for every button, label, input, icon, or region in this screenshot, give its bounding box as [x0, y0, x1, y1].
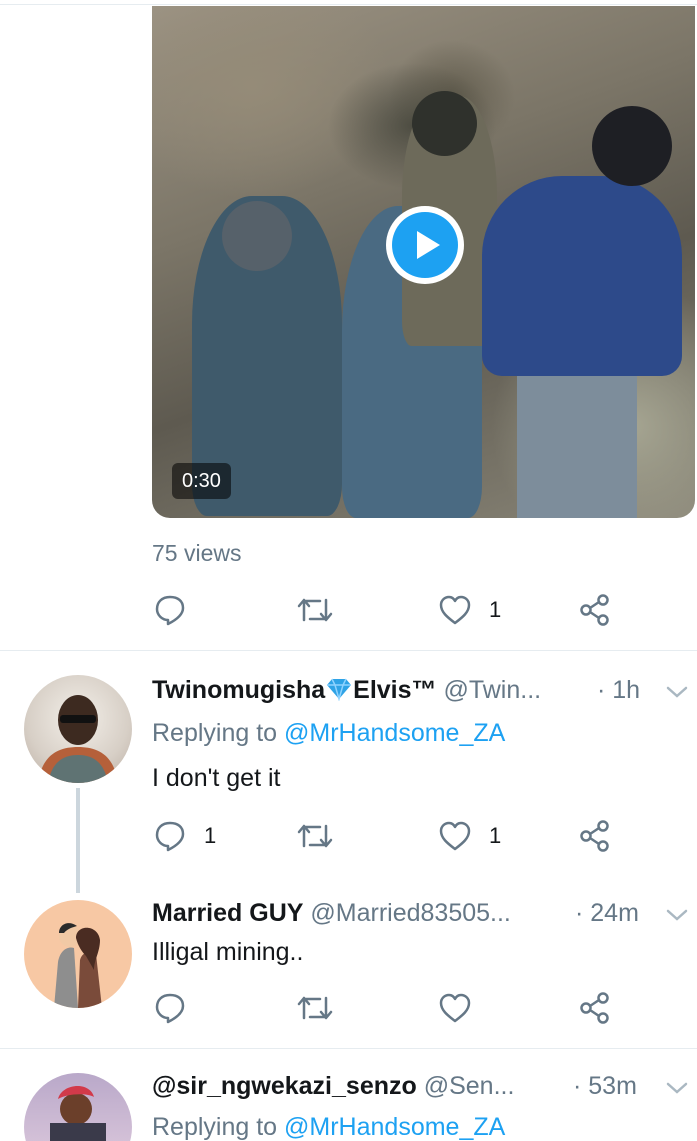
video-frame-figure	[412, 91, 477, 156]
reply-button[interactable]	[152, 590, 204, 630]
replying-to: Replying to @MrHandsome_ZA	[152, 1113, 506, 1141]
retweet-button[interactable]	[295, 988, 351, 1028]
replying-to: Replying to @MrHandsome_ZA	[152, 719, 506, 747]
chevron-down-icon[interactable]	[665, 1078, 689, 1098]
tweet-text: I don't get it	[152, 764, 281, 792]
video-frame-figure	[222, 201, 292, 271]
like-icon	[439, 821, 471, 851]
video-frame-figure	[517, 376, 637, 518]
divider	[0, 1048, 697, 1049]
timestamp[interactable]: · 24m	[575, 899, 639, 928]
retweet-icon	[297, 824, 333, 848]
display-name[interactable]: @sir_ngwekazi_senzo	[152, 1072, 417, 1100]
like-icon	[439, 595, 471, 625]
share-icon	[580, 820, 609, 852]
share-button[interactable]	[577, 988, 613, 1028]
reply-icon	[155, 993, 185, 1024]
reply-header: Married GUY @Married83505... · 24m	[152, 899, 697, 933]
gem-emoji	[327, 678, 352, 701]
reply-header: @sir_ngwekazi_senzo @Sen... · 53m	[152, 1072, 697, 1106]
play-button[interactable]	[386, 206, 464, 284]
reply-button[interactable]: 1	[152, 816, 216, 856]
avatar[interactable]	[24, 900, 132, 1008]
tweet-actions: 1	[152, 590, 622, 630]
reply-button[interactable]	[152, 988, 204, 1028]
share-icon	[580, 594, 609, 626]
avatar-photo	[50, 1085, 106, 1141]
display-name[interactable]: Married GUY	[152, 899, 303, 927]
share-button[interactable]	[577, 590, 613, 630]
like-button[interactable]: 1	[437, 816, 501, 856]
like-icon	[439, 993, 471, 1023]
display-name[interactable]: Twinomugisha Elvis™	[152, 676, 437, 704]
thread-line	[76, 788, 80, 893]
replying-to-link[interactable]: @MrHandsome_ZA	[284, 719, 505, 747]
like-button[interactable]: 1	[437, 590, 501, 630]
replying-to-link[interactable]: @MrHandsome_ZA	[284, 1113, 505, 1141]
handle[interactable]: @Married83505...	[310, 899, 510, 927]
reply-icon	[155, 595, 185, 626]
divider	[0, 650, 697, 651]
timestamp[interactable]: · 1h	[597, 676, 640, 705]
video-duration: 0:30	[172, 463, 231, 499]
share-icon	[580, 992, 609, 1024]
video-frame-figure	[482, 176, 682, 376]
share-button[interactable]	[577, 816, 613, 856]
avatar[interactable]	[24, 1073, 132, 1141]
tweet-text: Illigal mining..	[152, 938, 304, 966]
view-count: 75 views	[152, 540, 242, 566]
tweet-actions: 1 1	[152, 816, 622, 856]
top-divider	[0, 4, 697, 5]
chevron-down-icon[interactable]	[665, 682, 689, 702]
avatar-illustration	[54, 923, 102, 1008]
handle[interactable]: @Twin...	[443, 676, 541, 704]
tweet-actions	[152, 988, 622, 1028]
like-button[interactable]	[437, 988, 489, 1028]
retweet-icon	[297, 598, 333, 622]
avatar[interactable]	[24, 675, 132, 783]
video-player[interactable]: 0:30	[152, 6, 695, 518]
reply-icon	[155, 821, 185, 852]
play-icon	[417, 231, 440, 259]
retweet-button[interactable]	[295, 590, 351, 630]
video-frame-figure	[592, 106, 672, 186]
timestamp[interactable]: · 53m	[573, 1072, 637, 1101]
retweet-icon	[297, 996, 333, 1020]
chevron-down-icon[interactable]	[665, 905, 689, 925]
reply-header: Twinomugisha Elvis™ @Twin... · 1h	[152, 676, 697, 710]
handle[interactable]: @Sen...	[424, 1072, 515, 1100]
retweet-button[interactable]	[295, 816, 351, 856]
avatar-photo	[38, 695, 118, 783]
